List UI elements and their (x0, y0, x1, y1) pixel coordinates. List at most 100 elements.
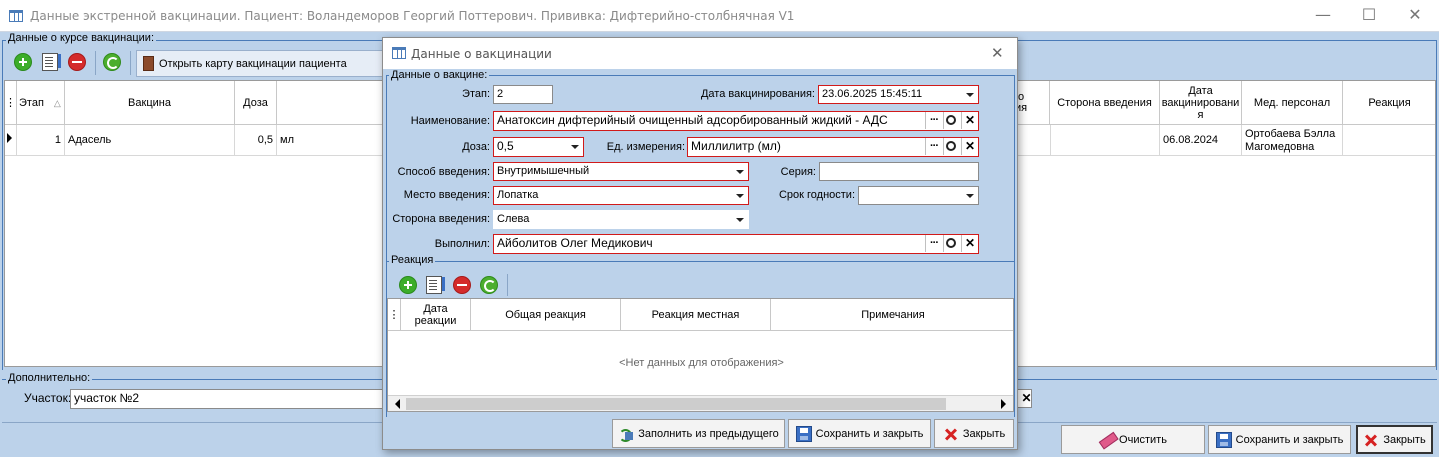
col-side[interactable]: Сторона введения (1050, 81, 1160, 124)
dialog-save-close-button[interactable]: Сохранить и закрыть (788, 419, 931, 448)
route-field[interactable]: Внутримышечный (493, 162, 749, 181)
unit-field[interactable]: Миллилитр (мл) (687, 137, 979, 157)
cell-vaccine: Адасель (65, 125, 235, 155)
stage-label: Этап: (462, 88, 490, 100)
refresh-icon[interactable] (103, 53, 121, 71)
add-icon[interactable] (14, 53, 32, 71)
performer-value: Айболитов Олег Медикович (497, 236, 653, 250)
browse-icon[interactable] (925, 138, 942, 155)
district-value: участок №2 (74, 391, 140, 405)
main-close-label: Закрыть (1383, 433, 1426, 446)
district-field[interactable]: участок №2 (70, 389, 390, 409)
minimize-button[interactable]: — (1301, 4, 1345, 28)
cell-side (1050, 125, 1160, 155)
eraser-icon (1096, 428, 1118, 450)
clear-icon[interactable] (961, 138, 978, 155)
close-window-button[interactable]: ✕ (1393, 4, 1437, 28)
refresh-icon[interactable] (480, 276, 498, 294)
stage-value: 2 (497, 88, 504, 100)
chevron-down-icon[interactable] (567, 138, 583, 155)
vacc-date-field[interactable]: 23.06.2025 15:45:11 (818, 85, 979, 104)
main-save-close-button[interactable]: Сохранить и закрыть (1208, 425, 1351, 454)
cell-stage: 1 (17, 125, 65, 155)
clear-icon (1018, 390, 1031, 407)
unit-label: Ед. измерения: (606, 141, 685, 153)
vaccine-group-border-right (1014, 75, 1015, 417)
clear-icon[interactable] (961, 235, 978, 252)
browse-icon[interactable] (925, 112, 942, 129)
chevron-down-icon[interactable] (732, 187, 748, 204)
toolbar-separator (95, 51, 96, 75)
dialog-close-label: Закрыть (962, 427, 1006, 440)
col-notes[interactable]: Примечания (771, 299, 1013, 331)
scroll-thumb[interactable] (406, 398, 946, 410)
cell-staff: Ортобаева Бэлла Магомедовна (1242, 125, 1343, 155)
chevron-down-icon[interactable] (962, 86, 978, 103)
col-notes-label: Примечания (861, 308, 925, 321)
col-staff-label: Мед. персонал (1253, 96, 1331, 109)
dialog-titlebar: Данные о вакцинации ✕ (383, 38, 1017, 69)
col-dose[interactable]: Доза (235, 81, 277, 124)
col-local-reaction[interactable]: Реакция местная (621, 299, 771, 331)
col-hidden-fragment: о ия (1015, 81, 1050, 124)
clear-button[interactable]: Очистить (1061, 425, 1205, 454)
column-chooser-icon[interactable]: ⋮ (5, 81, 17, 124)
series-field[interactable] (819, 162, 979, 181)
close-icon (1363, 432, 1379, 448)
col-date[interactable]: Дата вакцинировани я (1160, 81, 1242, 124)
reaction-group-border (387, 261, 1014, 262)
col-reaction-date[interactable]: Дата реакции (401, 299, 471, 331)
dose-field[interactable]: 0,5 (493, 137, 584, 157)
clear-icon[interactable] (961, 112, 978, 129)
course-group-border-left (2, 40, 3, 370)
browse-icon[interactable] (925, 235, 942, 252)
maximize-button[interactable]: ☐ (1347, 4, 1391, 28)
col-staff[interactable]: Мед. персонал (1242, 81, 1343, 124)
main-close-button[interactable]: Закрыть (1356, 425, 1433, 454)
chevron-down-icon[interactable] (732, 211, 748, 228)
site-field[interactable]: Лопатка (493, 186, 749, 205)
dialog-close-button[interactable]: Закрыть (934, 419, 1014, 448)
scroll-left-icon[interactable] (390, 398, 404, 410)
save-icon (1215, 431, 1232, 448)
col-date-label: Дата вакцинировани я (1161, 84, 1240, 121)
open-card-button[interactable]: Открыть карту вакцинации пациента (136, 50, 386, 77)
chevron-down-icon[interactable] (962, 187, 978, 204)
vaccination-dialog: Данные о вакцинации ✕ Данные о вакцине: … (382, 37, 1018, 450)
scroll-right-icon[interactable] (996, 398, 1010, 410)
column-chooser-icon[interactable]: ⋮ (388, 299, 401, 331)
col-vaccine[interactable]: Вакцина (65, 81, 235, 124)
col-general-reaction[interactable]: Общая реакция (471, 299, 621, 331)
search-icon[interactable] (943, 138, 960, 155)
reaction-group-label: Реакция (389, 254, 436, 266)
delete-icon[interactable] (68, 53, 86, 71)
expiry-field[interactable] (858, 186, 979, 205)
side-label: Сторона введения: (392, 213, 490, 225)
edit-icon[interactable] (426, 276, 445, 294)
search-icon[interactable] (943, 235, 960, 252)
chevron-down-icon[interactable] (732, 163, 748, 180)
edit-icon[interactable] (42, 53, 61, 71)
district-clear-button[interactable] (1017, 389, 1032, 408)
name-field[interactable]: Анатоксин дифтерийный очищенный адсорбир… (493, 111, 979, 131)
stage-field[interactable]: 2 (493, 85, 553, 104)
col-vaccine-label: Вакцина (128, 96, 171, 109)
vaccine-group-label: Данные о вакцине: (389, 69, 490, 81)
dialog-title: Данные о вакцинации (411, 47, 552, 61)
fill-from-previous-label: Заполнить из предыдущего (638, 427, 779, 440)
col-reaction[interactable]: Реакция (1343, 81, 1435, 124)
side-field[interactable]: Слева (493, 210, 749, 229)
delete-icon[interactable] (453, 276, 471, 294)
unit-value: Миллилитр (мл) (691, 139, 781, 153)
dialog-close-icon[interactable]: ✕ (991, 44, 1004, 62)
col-stage[interactable]: Этап △ (17, 81, 65, 124)
add-icon[interactable] (399, 276, 417, 294)
fill-from-previous-button[interactable]: Заполнить из предыдущего (612, 419, 785, 448)
col-dose-label: Доза (243, 96, 268, 109)
performer-field[interactable]: Айболитов Олег Медикович (493, 234, 979, 254)
app-grid-icon (9, 10, 23, 22)
search-icon[interactable] (943, 112, 960, 129)
fill-icon (618, 426, 634, 442)
horizontal-scrollbar[interactable] (388, 395, 1013, 411)
toolbar-separator (507, 274, 508, 296)
